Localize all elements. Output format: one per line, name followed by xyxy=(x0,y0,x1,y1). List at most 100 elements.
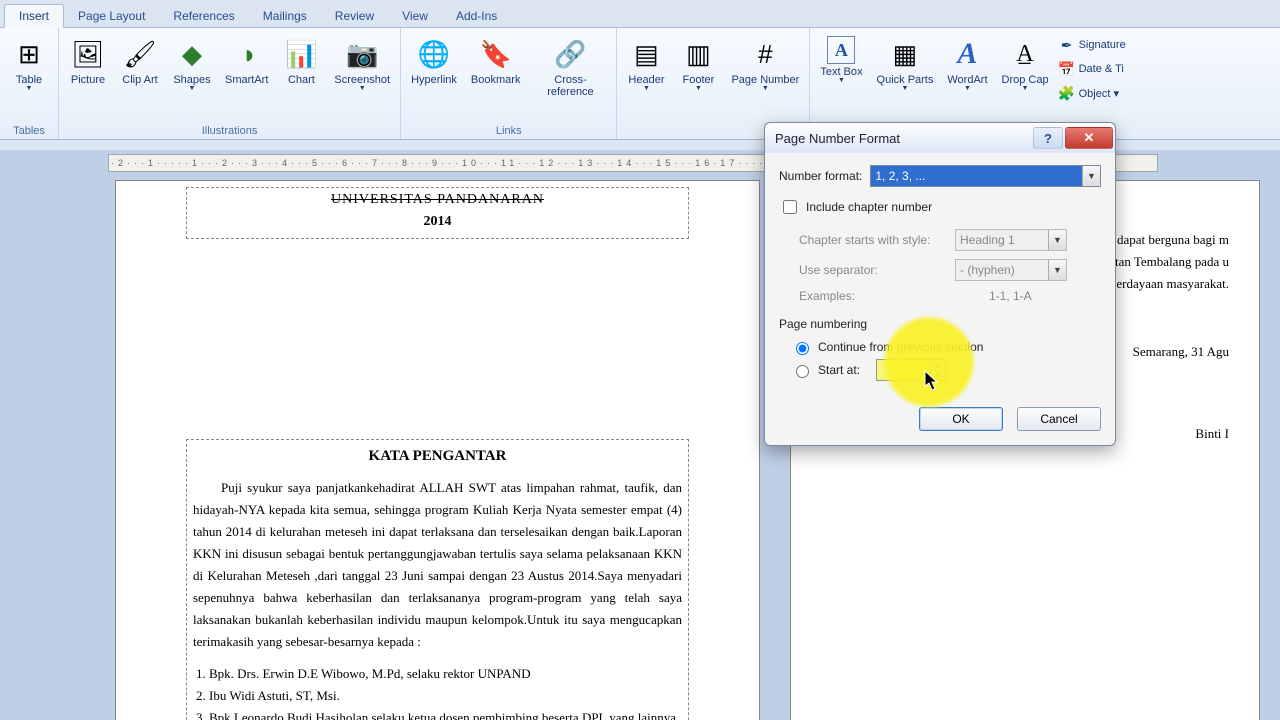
header-button[interactable]: ▤Header▼ xyxy=(623,30,669,94)
wordart-icon: A xyxy=(949,36,985,72)
shapes-button[interactable]: ◆Shapes▼ xyxy=(169,30,215,94)
screenshot-button[interactable]: 📷Screenshot▼ xyxy=(330,30,394,94)
signature-icon: ✒ xyxy=(1059,37,1075,53)
chevron-down-icon: ▼ xyxy=(643,85,650,92)
drop-cap-icon: A̲ xyxy=(1007,36,1043,72)
smartart-label: SmartArt xyxy=(225,72,268,86)
list-item: Ibu Widi Astuti, ST, Msi. xyxy=(209,685,682,707)
chevron-down-icon[interactable]: ▼ xyxy=(931,370,945,380)
start-at-radio[interactable] xyxy=(796,365,809,378)
page-number-label: Page Number xyxy=(731,72,799,86)
chevron-down-icon: ▼ xyxy=(189,85,196,92)
page-header[interactable]: UNIVERSITAS PANDANARAN 2014 xyxy=(186,187,689,239)
text-extras: ✒ Signature 📅 Date & Ti 🧩 Object ▾ xyxy=(1059,30,1126,104)
cross-reference-button[interactable]: 🔗Cross-reference xyxy=(530,30,610,100)
text-box-label: Text Box xyxy=(820,64,862,78)
list-item: Bpk.Leonardo Budi Hasiholan selaku ketua… xyxy=(209,707,682,720)
tab-references[interactable]: References xyxy=(159,5,248,27)
tab-review[interactable]: Review xyxy=(321,5,388,27)
dialog-title: Page Number Format xyxy=(775,131,900,146)
dialog-titlebar[interactable]: Page Number Format ? ✕ xyxy=(765,123,1115,153)
tab-mailings[interactable]: Mailings xyxy=(249,5,321,27)
bookmark-label: Bookmark xyxy=(471,72,521,86)
clip-art-button[interactable]: 🖌Clip Art xyxy=(117,30,163,88)
shapes-icon: ◆ xyxy=(174,36,210,72)
wordart-label: WordArt xyxy=(947,72,987,86)
tab-add-ins[interactable]: Add-Ins xyxy=(442,5,511,27)
ok-button[interactable]: OK xyxy=(919,407,1003,431)
date-icon: 📅 xyxy=(1059,61,1075,77)
page-number-button[interactable]: #Page Number▼ xyxy=(727,30,803,94)
page-body[interactable]: KATA PENGANTAR Puji syukur saya panjatka… xyxy=(186,439,689,720)
dialog-body: Number format: 1, 2, 3, ... ▼ Include ch… xyxy=(765,153,1115,393)
drop-cap-button[interactable]: A̲Drop Cap▼ xyxy=(998,30,1053,94)
object-button[interactable]: 🧩 Object ▾ xyxy=(1059,82,1126,104)
hyperlink-icon: 🌐 xyxy=(416,36,452,72)
tab-page-layout[interactable]: Page Layout xyxy=(64,5,159,27)
separator-combo: - (hyphen) ▼ xyxy=(955,259,1067,281)
group-links-label: Links xyxy=(407,125,610,139)
start-at-spin[interactable]: ▲▼ xyxy=(876,359,946,381)
page-number-format-dialog: Page Number Format ? ✕ Number format: 1,… xyxy=(764,122,1116,446)
header-line1: UNIVERSITAS PANDANARAN xyxy=(191,192,684,208)
hyperlink-label: Hyperlink xyxy=(411,72,457,86)
start-at-value[interactable] xyxy=(877,360,930,380)
continue-radio[interactable] xyxy=(796,342,809,355)
chart-icon: 📊 xyxy=(283,36,319,72)
text-box-button[interactable]: AText Box▼ xyxy=(816,30,866,86)
date-time-button[interactable]: 📅 Date & Ti xyxy=(1059,58,1126,80)
chevron-up-icon[interactable]: ▲ xyxy=(931,360,945,370)
chapter-style-label: Chapter starts with style: xyxy=(799,233,947,247)
doc-paragraph: Puji syukur saya panjatkankehadirat ALLA… xyxy=(193,477,682,653)
text-box-icon: A xyxy=(827,36,855,64)
group-illustrations: 🖼Picture 🖌Clip Art ◆Shapes▼ ◑SmartArt 📊C… xyxy=(59,28,401,139)
chapter-options: Chapter starts with style: Heading 1 ▼ U… xyxy=(799,229,1101,303)
screenshot-label: Screenshot xyxy=(334,72,390,86)
quick-parts-label: Quick Parts xyxy=(877,72,934,86)
tab-insert[interactable]: Insert xyxy=(4,4,64,28)
separator-label: Use separator: xyxy=(799,263,947,277)
chevron-down-icon: ▼ xyxy=(695,85,702,92)
object-label: Object ▾ xyxy=(1079,87,1119,100)
chart-label: Chart xyxy=(288,72,315,86)
date-time-label: Date & Ti xyxy=(1079,63,1124,75)
picture-button[interactable]: 🖼Picture xyxy=(65,30,111,88)
signature-line-label: Signature xyxy=(1079,39,1126,51)
chevron-down-icon: ▼ xyxy=(762,85,769,92)
chevron-down-icon: ▼ xyxy=(1022,85,1029,92)
header-label: Header xyxy=(628,72,664,86)
clip-art-icon: 🖌 xyxy=(122,36,158,72)
examples-label: Examples: xyxy=(799,289,947,303)
header-year: 2014 xyxy=(191,214,684,230)
chevron-down-icon: ▼ xyxy=(1048,230,1066,250)
page-1[interactable]: UNIVERSITAS PANDANARAN 2014 KATA PENGANT… xyxy=(115,180,760,720)
table-button[interactable]: ⊞ Table ▼ xyxy=(6,30,52,94)
dialog-help-button[interactable]: ? xyxy=(1033,127,1063,149)
footer-button[interactable]: ▥Footer▼ xyxy=(675,30,721,94)
number-format-combo[interactable]: 1, 2, 3, ... ▼ xyxy=(870,165,1101,187)
ribbon-tab-row: Insert Page Layout References Mailings R… xyxy=(0,0,1280,28)
table-label: Table xyxy=(16,72,42,86)
wordart-button[interactable]: AWordArt▼ xyxy=(943,30,991,94)
dialog-close-button[interactable]: ✕ xyxy=(1065,127,1113,149)
quick-parts-button[interactable]: ▦Quick Parts▼ xyxy=(873,30,938,94)
quick-parts-icon: ▦ xyxy=(887,36,923,72)
footer-label: Footer xyxy=(683,72,715,86)
smartart-button[interactable]: ◑SmartArt xyxy=(221,30,272,88)
chevron-down-icon[interactable]: ▼ xyxy=(1082,166,1100,186)
doc-title: KATA PENGANTAR xyxy=(193,448,682,465)
cancel-button[interactable]: Cancel xyxy=(1017,407,1101,431)
bookmark-button[interactable]: 🔖Bookmark xyxy=(467,30,525,88)
picture-icon: 🖼 xyxy=(70,36,106,72)
chevron-down-icon: ▼ xyxy=(26,85,33,92)
smartart-icon: ◑ xyxy=(229,36,265,72)
shapes-label: Shapes xyxy=(173,72,210,86)
include-chapter-checkbox[interactable] xyxy=(783,200,797,214)
chart-button[interactable]: 📊Chart xyxy=(278,30,324,88)
separator-value: - (hyphen) xyxy=(960,263,1015,277)
object-icon: 🧩 xyxy=(1059,85,1075,101)
tab-view[interactable]: View xyxy=(388,5,442,27)
hyperlink-button[interactable]: 🌐Hyperlink xyxy=(407,30,461,88)
start-at-spin-buttons[interactable]: ▲▼ xyxy=(930,360,945,380)
signature-line-button[interactable]: ✒ Signature xyxy=(1059,34,1126,56)
